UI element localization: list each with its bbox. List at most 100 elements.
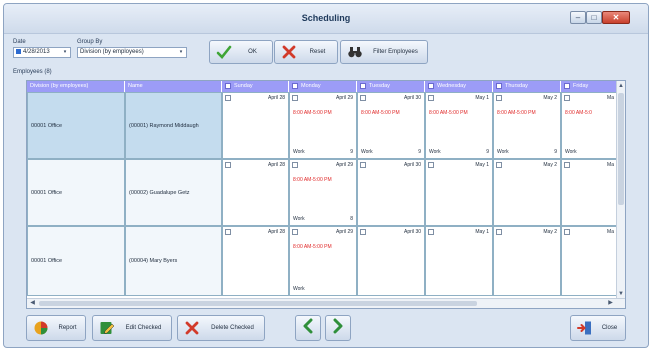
day-cell[interactable]: Ma bbox=[561, 226, 618, 296]
vertical-scroll-thumb[interactable] bbox=[618, 93, 624, 205]
column-header-name[interactable]: Name bbox=[125, 81, 222, 92]
day-date: May 1 bbox=[475, 229, 489, 235]
edit-checked-label: Edit Checked bbox=[125, 325, 162, 331]
day-cell[interactable]: May 1 bbox=[425, 159, 493, 226]
day-cell[interactable]: April 29 8:00 AM-5:00 PM Work 9 bbox=[289, 92, 357, 159]
shift-time: 8:00 AM-5:0 bbox=[565, 110, 592, 116]
thursday-checkbox[interactable] bbox=[496, 82, 502, 89]
maximize-button[interactable]: □ bbox=[586, 11, 602, 24]
division-cell[interactable]: 00001 Office bbox=[27, 226, 125, 296]
day-cell[interactable]: Ma bbox=[561, 159, 618, 226]
day-cell[interactable]: April 28 bbox=[222, 226, 289, 296]
day-date: April 29 bbox=[336, 95, 353, 101]
day-checkbox[interactable] bbox=[564, 162, 570, 168]
report-button[interactable]: Report bbox=[26, 315, 86, 341]
date-label: Date bbox=[13, 39, 26, 45]
column-header-wednesday[interactable]: Wednesday bbox=[425, 81, 493, 92]
column-header-monday[interactable]: Monday bbox=[289, 81, 357, 92]
horizontal-scrollbar[interactable]: ◀ ▶ bbox=[27, 298, 625, 308]
friday-checkbox[interactable] bbox=[564, 82, 570, 89]
sunday-checkbox[interactable] bbox=[225, 82, 231, 89]
day-checkbox[interactable] bbox=[496, 95, 502, 101]
day-checkbox[interactable] bbox=[292, 229, 298, 235]
wednesday-checkbox[interactable] bbox=[428, 82, 434, 89]
day-cell[interactable]: April 28 bbox=[222, 92, 289, 159]
employee-name-cell[interactable]: (00001) Raymond Middaugh bbox=[125, 92, 222, 159]
employee-name-cell[interactable]: (00004) Mary Byers bbox=[125, 226, 222, 296]
day-checkbox[interactable] bbox=[496, 162, 502, 168]
monday-checkbox[interactable] bbox=[292, 82, 298, 89]
day-date: April 28 bbox=[268, 95, 285, 101]
filter-employees-button[interactable]: Filter Employees bbox=[340, 40, 428, 64]
delete-x-icon bbox=[183, 319, 201, 337]
day-cell[interactable]: May 2 bbox=[493, 226, 561, 296]
close-window-button[interactable]: ✕ bbox=[602, 11, 630, 24]
employee-name-cell[interactable]: (00002) Guadalupe Getz bbox=[125, 159, 222, 226]
day-checkbox[interactable] bbox=[225, 229, 231, 235]
next-week-button[interactable] bbox=[325, 315, 351, 341]
shift-type: Work bbox=[293, 216, 305, 222]
day-checkbox[interactable] bbox=[225, 95, 231, 101]
minimize-button[interactable]: – bbox=[570, 11, 586, 24]
day-checkbox[interactable] bbox=[360, 229, 366, 235]
day-date: Ma bbox=[607, 229, 614, 235]
tuesday-checkbox[interactable] bbox=[360, 82, 366, 89]
scroll-down-arrow-icon[interactable]: ▼ bbox=[617, 290, 625, 298]
day-checkbox[interactable] bbox=[360, 162, 366, 168]
reset-label: Reset bbox=[309, 49, 326, 55]
edit-checked-button[interactable]: Edit Checked bbox=[92, 315, 172, 341]
day-cell[interactable]: May 1 bbox=[425, 226, 493, 296]
reset-button[interactable]: Reset bbox=[274, 40, 338, 64]
day-checkbox[interactable] bbox=[428, 229, 434, 235]
day-cell[interactable]: April 29 8:00 AM-5:00 PM Work 8 bbox=[289, 159, 357, 226]
column-header-division[interactable]: Division (by employees) bbox=[27, 81, 125, 92]
day-checkbox[interactable] bbox=[428, 162, 434, 168]
day-date: April 29 bbox=[336, 162, 353, 168]
checkmark-icon bbox=[215, 43, 233, 61]
shift-type: Work bbox=[361, 149, 373, 155]
delete-checked-button[interactable]: Delete Checked bbox=[177, 315, 265, 341]
day-cell[interactable]: May 2 8:00 AM-5:00 PM Work 9 bbox=[493, 92, 561, 159]
division-cell[interactable]: 00001 Office bbox=[27, 159, 125, 226]
day-checkbox[interactable] bbox=[564, 229, 570, 235]
scroll-left-arrow-icon[interactable]: ◀ bbox=[28, 299, 37, 308]
day-cell[interactable]: April 29 8:00 AM-5:00 PM Work bbox=[289, 226, 357, 296]
column-header-friday[interactable]: Friday bbox=[561, 81, 618, 92]
day-checkbox[interactable] bbox=[225, 162, 231, 168]
day-checkbox[interactable] bbox=[564, 95, 570, 101]
day-checkbox[interactable] bbox=[292, 95, 298, 101]
day-cell[interactable]: April 30 8:00 AM-5:00 PM Work 9 bbox=[357, 92, 425, 159]
vertical-scrollbar[interactable]: ▲ ▼ bbox=[616, 81, 625, 299]
column-header-thursday[interactable]: Thursday bbox=[493, 81, 561, 92]
date-field[interactable]: 4/28/2013 ▾ bbox=[13, 47, 71, 58]
report-label: Report bbox=[58, 325, 77, 331]
calendar-dropdown-icon[interactable]: ▾ bbox=[61, 49, 69, 56]
horizontal-scroll-thumb[interactable] bbox=[39, 301, 477, 306]
day-cell[interactable]: April 28 bbox=[222, 159, 289, 226]
previous-week-button[interactable] bbox=[295, 315, 321, 341]
day-checkbox[interactable] bbox=[292, 162, 298, 168]
chevron-right-icon bbox=[331, 318, 345, 339]
shift-hours: 9 bbox=[486, 149, 489, 155]
day-date: April 28 bbox=[268, 229, 285, 235]
day-checkbox[interactable] bbox=[496, 229, 502, 235]
close-button[interactable]: Close bbox=[570, 315, 626, 341]
column-header-sunday[interactable]: Sunday bbox=[222, 81, 289, 92]
scroll-right-arrow-icon[interactable]: ▶ bbox=[606, 299, 615, 308]
day-cell[interactable]: April 30 bbox=[357, 159, 425, 226]
group-by-label: Group By bbox=[77, 39, 103, 45]
scroll-up-arrow-icon[interactable]: ▲ bbox=[617, 82, 625, 90]
ok-button[interactable]: OK bbox=[209, 40, 273, 64]
group-by-select[interactable]: Division (by employees) ▾ bbox=[77, 47, 187, 58]
day-cell[interactable]: May 2 bbox=[493, 159, 561, 226]
division-cell[interactable]: 00001 Office bbox=[27, 92, 125, 159]
employees-label: Employees (8) bbox=[13, 69, 52, 75]
date-checkbox-icon[interactable] bbox=[16, 48, 21, 54]
day-checkbox[interactable] bbox=[360, 95, 366, 101]
day-cell[interactable]: April 30 bbox=[357, 226, 425, 296]
day-cell[interactable]: Ma 8:00 AM-5:0 Work bbox=[561, 92, 618, 159]
column-header-tuesday[interactable]: Tuesday bbox=[357, 81, 425, 92]
day-date: Ma bbox=[607, 162, 614, 168]
day-cell[interactable]: May 1 8:00 AM-5:00 PM Work 9 bbox=[425, 92, 493, 159]
day-checkbox[interactable] bbox=[428, 95, 434, 101]
